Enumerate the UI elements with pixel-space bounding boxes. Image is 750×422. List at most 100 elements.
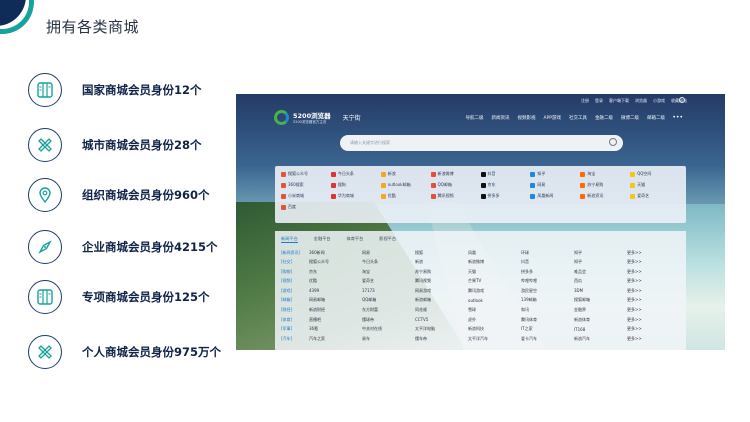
category-link[interactable]: 更多>> <box>627 336 680 342</box>
search-icon[interactable] <box>609 138 617 146</box>
category-row-label[interactable]: [体育] <box>281 317 309 323</box>
category-nav-item[interactable]: 金融二级 <box>595 115 613 121</box>
category-link[interactable]: 新浪汽车 <box>574 336 627 342</box>
category-link[interactable]: 新浪 <box>415 259 468 265</box>
top-nav-item[interactable]: 注册 <box>581 98 589 104</box>
site-link[interactable]: 苏宁易购 <box>580 181 630 189</box>
site-link[interactable]: 新浪 <box>380 170 431 178</box>
category-link[interactable]: 3DM <box>574 288 627 293</box>
top-nav-item[interactable]: 登录 <box>595 98 603 104</box>
site-link[interactable]: 搜狐公众号 <box>281 170 331 178</box>
category-link[interactable]: 更多>> <box>627 269 680 275</box>
category-link[interactable]: 西瓜 <box>574 278 627 284</box>
category-row-label[interactable]: [邮箱] <box>281 297 309 303</box>
category-link[interactable]: 新浪邮箱 <box>415 297 468 303</box>
category-row-label[interactable]: [财经] <box>281 307 309 313</box>
category-link[interactable]: 4399 <box>309 288 362 293</box>
category-link[interactable]: 更多>> <box>627 250 680 256</box>
site-link[interactable]: 360搜索 <box>281 181 331 189</box>
category-link[interactable]: 搜狐 <box>415 250 468 256</box>
category-link[interactable]: 腾讯视频 <box>415 278 468 284</box>
category-row-label[interactable]: [视频] <box>281 278 309 284</box>
category-nav-item[interactable]: 微博二级 <box>621 115 639 121</box>
category-link[interactable]: 和讯 <box>521 307 574 313</box>
category-link[interactable]: 游民星空 <box>521 288 574 294</box>
category-link[interactable]: 金融界 <box>574 307 627 313</box>
category-link[interactable]: 太平洋汽车 <box>468 336 521 342</box>
category-link[interactable]: 更多>> <box>627 278 680 284</box>
category-link[interactable]: 网易游戏 <box>415 288 468 294</box>
site-link[interactable]: 今日头条 <box>330 170 381 178</box>
site-link[interactable]: QQ空间 <box>630 170 680 178</box>
category-row-label[interactable]: [游戏] <box>281 288 309 294</box>
category-link[interactable]: 唯品会 <box>574 269 627 275</box>
category-link[interactable]: 爱卡汽车 <box>521 336 574 342</box>
city-label[interactable]: 天宁街 <box>343 113 361 122</box>
tab-video[interactable]: 影视平台 <box>379 236 396 243</box>
category-link[interactable]: 139邮箱 <box>521 297 574 303</box>
category-link[interactable]: 更多>> <box>627 297 680 303</box>
category-nav-item[interactable]: 视频影视 <box>517 115 535 121</box>
gear-icon[interactable] <box>679 97 685 103</box>
category-link[interactable]: 汽车之家 <box>309 336 362 342</box>
site-link[interactable]: 凤凰新闻 <box>530 192 580 200</box>
site-link[interactable]: 小米商城 <box>281 192 331 200</box>
category-link[interactable]: 中关村在线 <box>362 326 415 332</box>
category-link[interactable]: 知乎 <box>574 259 627 265</box>
category-link[interactable]: 东方财富 <box>362 307 415 313</box>
top-nav-item[interactable]: 浏览器 <box>635 98 647 104</box>
category-link[interactable]: 新浪财经 <box>309 307 362 313</box>
category-link[interactable]: 懂车帝 <box>415 336 468 342</box>
category-link[interactable]: CCTV5 <box>415 317 468 322</box>
category-link[interactable]: 芒果TV <box>468 278 521 284</box>
category-link[interactable]: 新浪科技 <box>468 326 521 332</box>
category-row-label[interactable]: [购物] <box>281 269 309 275</box>
category-link[interactable]: 17173 <box>362 288 415 293</box>
category-link[interactable]: 今日头条 <box>362 259 415 265</box>
category-link[interactable]: 更多>> <box>627 317 680 323</box>
category-link[interactable]: 哔哩哔哩 <box>521 278 574 284</box>
category-link[interactable]: 网易邮箱 <box>309 297 362 303</box>
top-nav-item[interactable]: 客户端下载 <box>609 98 629 104</box>
site-logo[interactable]: 5200浏览器 5200浏览器官方主页 天宁街 <box>274 110 361 125</box>
category-link[interactable]: 拼多多 <box>521 269 574 275</box>
category-link[interactable]: 淘宝 <box>362 269 415 275</box>
category-nav-item[interactable]: 邮箱二级 <box>647 115 665 121</box>
category-link[interactable]: 搜狐邮箱 <box>574 297 627 303</box>
category-nav-item[interactable]: APP游戏 <box>543 115 561 121</box>
category-row-label[interactable]: [新闻资讯] <box>281 250 309 256</box>
search-input[interactable]: 请输入关键字进行搜索 <box>340 135 623 151</box>
site-link[interactable]: 网易 <box>530 181 580 189</box>
tab-news[interactable]: 新闻平台 <box>281 236 298 243</box>
category-link[interactable]: 360新闻 <box>309 250 362 256</box>
category-link[interactable]: 京东 <box>309 269 362 275</box>
category-link[interactable]: 腾讯体育 <box>521 317 574 323</box>
category-link[interactable]: 更多>> <box>627 288 680 294</box>
more-icon[interactable]: ••• <box>672 114 683 121</box>
site-link[interactable]: outlook邮箱 <box>380 181 431 189</box>
category-link[interactable]: 太平洋电脑 <box>415 326 468 332</box>
category-link[interactable]: 环球 <box>521 250 574 256</box>
site-link[interactable]: 拼多多 <box>480 192 531 200</box>
site-link[interactable]: 爱奇艺 <box>630 192 680 200</box>
site-link[interactable]: 抖音 <box>480 170 531 178</box>
tab-finance[interactable]: 金融平台 <box>314 236 331 243</box>
site-link[interactable]: QQ邮箱 <box>430 181 481 189</box>
category-link[interactable]: 虎扑 <box>468 317 521 323</box>
category-link[interactable]: 新浪体育 <box>574 317 627 323</box>
category-link[interactable]: 36氪 <box>309 326 362 332</box>
category-link[interactable]: 易车 <box>362 336 415 342</box>
category-link[interactable]: 苏宁易购 <box>415 269 468 275</box>
category-link[interactable]: 直播吧 <box>309 317 362 323</box>
category-link[interactable]: outlook <box>468 298 521 303</box>
site-link[interactable]: 淘宝 <box>580 170 630 178</box>
site-link[interactable]: 知乎 <box>530 170 580 178</box>
site-link[interactable]: 腾讯视频 <box>430 192 481 200</box>
site-link[interactable]: 京东 <box>480 181 531 189</box>
category-link[interactable]: 搜狐公众号 <box>309 259 362 265</box>
category-row-label[interactable]: [军事] <box>281 326 309 332</box>
category-link[interactable]: 凤凰 <box>468 250 521 256</box>
category-link[interactable]: IT之家 <box>521 326 574 332</box>
category-link[interactable]: IT168 <box>574 327 627 332</box>
site-link[interactable]: 百度 <box>281 203 331 211</box>
